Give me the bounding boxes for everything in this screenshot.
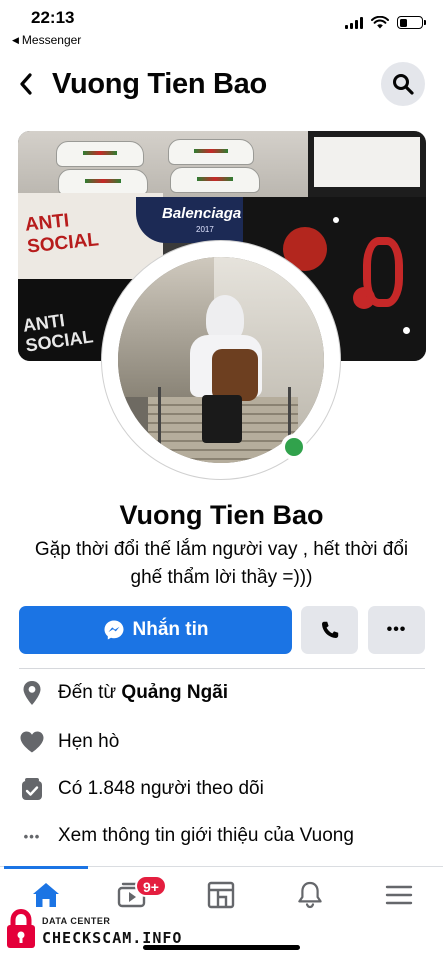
watermark-subtitle: DATA CENTER: [42, 916, 111, 926]
search-button[interactable]: [381, 62, 425, 106]
ellipsis-icon: •••: [23, 828, 41, 844]
back-app-label: Messenger: [21, 33, 82, 47]
shirt-logo-text: Balenciaga: [162, 205, 242, 222]
shirt-year-text: 2017: [196, 225, 214, 234]
lock-icon: [7, 908, 35, 948]
profile-bio: Gặp thời đổi thế lắm người vay , hết thờ…: [34, 539, 409, 588]
watch-badge: 9+: [135, 875, 167, 897]
status-bar: 22:13 ◀ Messenger: [0, 0, 443, 52]
profile-picture[interactable]: [101, 240, 341, 480]
divider: [19, 668, 425, 669]
see-about-label: Xem thông tin giới thiệu của Vuong: [58, 825, 354, 846]
nav-notifications[interactable]: [285, 875, 335, 915]
location-pin-icon: [18, 679, 46, 707]
profile-header: Vuong Tien Bao: [0, 56, 443, 112]
call-button[interactable]: [301, 606, 358, 654]
message-button-label: Nhắn tin: [132, 619, 209, 640]
wifi-icon: [371, 16, 389, 29]
sneaker-image: [58, 169, 148, 195]
info-see-about[interactable]: ••• Xem thông tin giới thiệu của Vuong: [18, 819, 428, 853]
dating-label: Hẹn hò: [58, 731, 120, 752]
profile-actions: Nhắn tin •••: [19, 606, 425, 654]
nav-menu[interactable]: [374, 875, 424, 915]
back-to-app-link[interactable]: ◀ Messenger: [12, 33, 81, 47]
hometown-link[interactable]: Quảng Ngãi: [121, 682, 228, 704]
sneaker-image: [56, 141, 144, 167]
online-status-indicator: [281, 434, 307, 460]
status-icons: [345, 16, 426, 29]
messenger-icon: [104, 620, 123, 640]
more-dots-icon: •••: [386, 621, 407, 638]
back-triangle-icon: ◀: [12, 34, 19, 45]
info-dating: Hẹn hò: [18, 725, 428, 759]
battery-icon: [397, 16, 426, 29]
cellular-signal-icon: [345, 16, 363, 29]
menu-icon: [385, 885, 413, 905]
search-icon: [393, 74, 414, 95]
followers-icon: [18, 775, 46, 803]
hometown-prefix: Đến từ: [58, 682, 117, 703]
active-tab-indicator: [4, 866, 88, 869]
avatar: [118, 257, 324, 463]
header-title: Vuong Tien Bao: [52, 68, 267, 100]
shirt-print-text: ANTI SOCIAL: [21, 310, 95, 356]
info-followers[interactable]: Có 1.848 người theo dõi: [18, 772, 428, 806]
chevron-left-icon: [20, 73, 32, 95]
message-button[interactable]: Nhắn tin: [19, 606, 292, 654]
sneaker-image: [170, 167, 260, 193]
back-button[interactable]: [10, 66, 42, 102]
battery-level: [399, 18, 407, 27]
notifications-icon: [298, 881, 322, 909]
more-options-button[interactable]: •••: [368, 606, 425, 654]
followers-count-label: Có 1.848 người theo dõi: [58, 778, 264, 799]
info-hometown: Đến từ Quảng Ngãi: [18, 676, 428, 710]
sneaker-image: [168, 139, 254, 165]
profile-name: Vuong Tien Bao: [119, 500, 324, 530]
shoe-box-image: [308, 131, 426, 197]
heart-icon: [18, 728, 46, 756]
status-time: 22:13: [31, 8, 75, 27]
phone-icon: [321, 621, 338, 638]
home-indicator: [143, 945, 300, 950]
shirt-print-text: ANTI SOCIAL: [23, 210, 100, 258]
